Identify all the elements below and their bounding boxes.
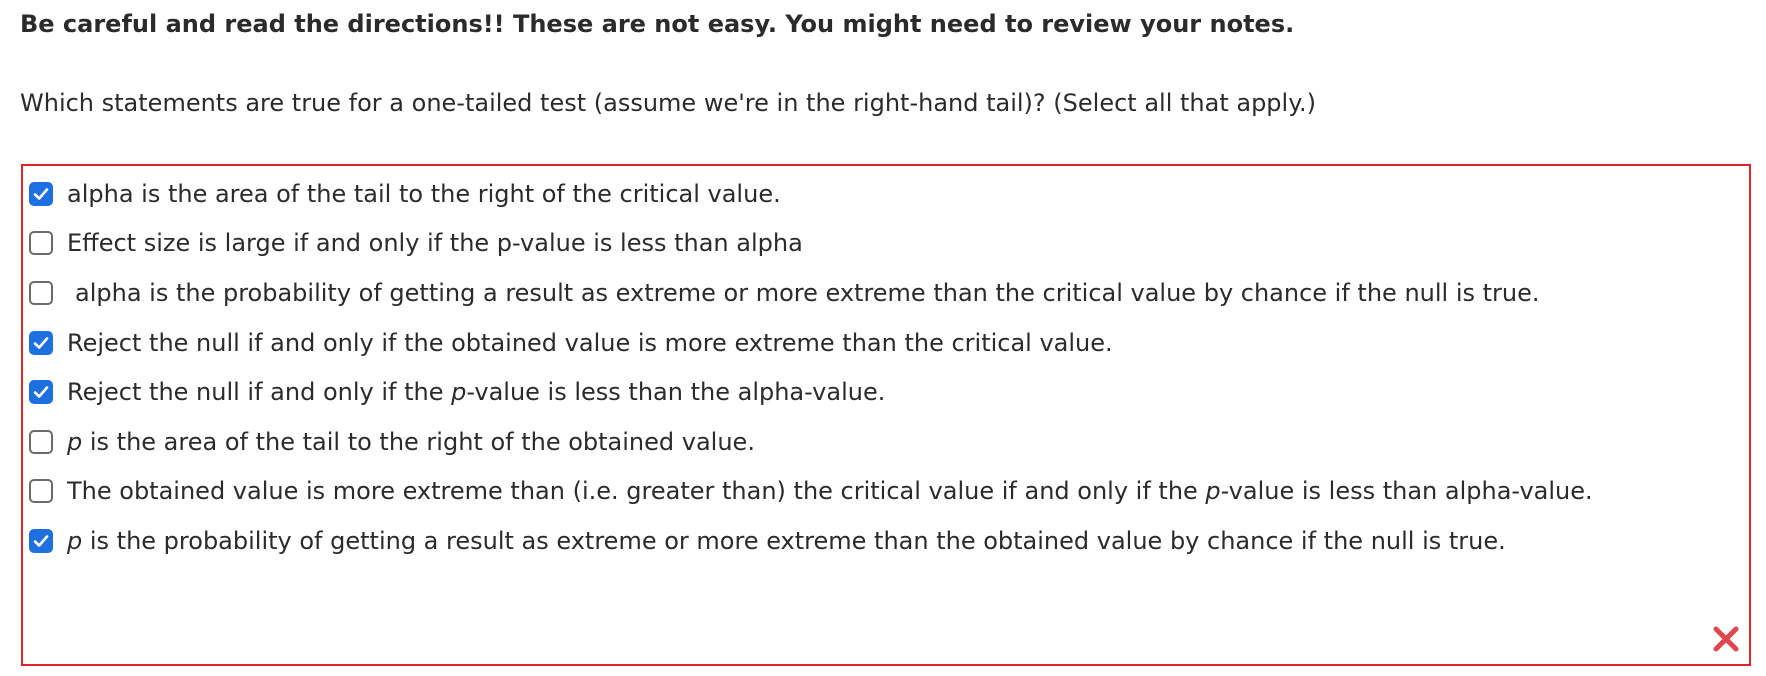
option-1-label: alpha is the area of the tail to the rig… (67, 180, 781, 208)
option-6[interactable]: p is the area of the tail to the right o… (29, 422, 755, 462)
option-6-checkbox[interactable] (29, 430, 53, 454)
option-4-checkbox[interactable] (29, 331, 53, 355)
option-7-checkbox[interactable] (29, 479, 53, 503)
option-6-text-post: is the area of the tail to the right of … (82, 428, 755, 456)
option-8-text-italic: p (67, 527, 83, 555)
option-4[interactable]: Reject the null if and only if the obtai… (29, 323, 1113, 363)
option-5-text-post: -value is less than the alpha-value. (466, 378, 886, 406)
option-7-label: The obtained value is more extreme than … (67, 475, 1593, 507)
option-6-text-italic: p (67, 428, 83, 456)
option-5-text-pre: Reject the null if and only if the (67, 378, 452, 406)
incorrect-x-icon (1713, 626, 1739, 652)
option-1[interactable]: alpha is the area of the tail to the rig… (29, 174, 781, 214)
check-icon (33, 188, 49, 200)
option-8-checkbox[interactable] (29, 529, 53, 553)
option-5[interactable]: Reject the null if and only if the p-val… (29, 372, 885, 412)
option-7[interactable]: The obtained value is more extreme than … (29, 471, 1593, 511)
option-6-label: p is the area of the tail to the right o… (67, 426, 755, 458)
question-text: Which statements are true for a one-tail… (20, 89, 1316, 117)
option-7-text-post: -value is less than alpha-value. (1220, 477, 1593, 505)
option-3-label: alpha is the probability of getting a re… (75, 279, 1540, 307)
option-2-label: Effect size is large if and only if the … (67, 229, 803, 257)
option-7-text-pre: The obtained value is more extreme than … (67, 477, 1206, 505)
option-4-label: Reject the null if and only if the obtai… (67, 329, 1113, 357)
check-icon (33, 386, 49, 398)
option-1-checkbox[interactable] (29, 182, 53, 206)
option-5-label: Reject the null if and only if the p-val… (67, 376, 885, 408)
option-8-text-post: is the probability of getting a result a… (82, 527, 1506, 555)
answer-choices-box: alpha is the area of the tail to the rig… (21, 164, 1751, 666)
option-8-label: p is the probability of getting a result… (67, 525, 1506, 557)
check-icon (33, 337, 49, 349)
check-icon (33, 535, 49, 547)
option-5-checkbox[interactable] (29, 380, 53, 404)
option-2-checkbox[interactable] (29, 231, 53, 255)
option-5-text-italic: p (451, 378, 467, 406)
option-7-text-italic: p (1205, 477, 1221, 505)
instruction-text: Be careful and read the directions!! The… (20, 10, 1295, 38)
option-2[interactable]: Effect size is large if and only if the … (29, 223, 803, 263)
option-3[interactable]: alpha is the probability of getting a re… (29, 273, 1540, 313)
option-3-checkbox[interactable] (29, 281, 53, 305)
option-8[interactable]: p is the probability of getting a result… (29, 521, 1506, 561)
